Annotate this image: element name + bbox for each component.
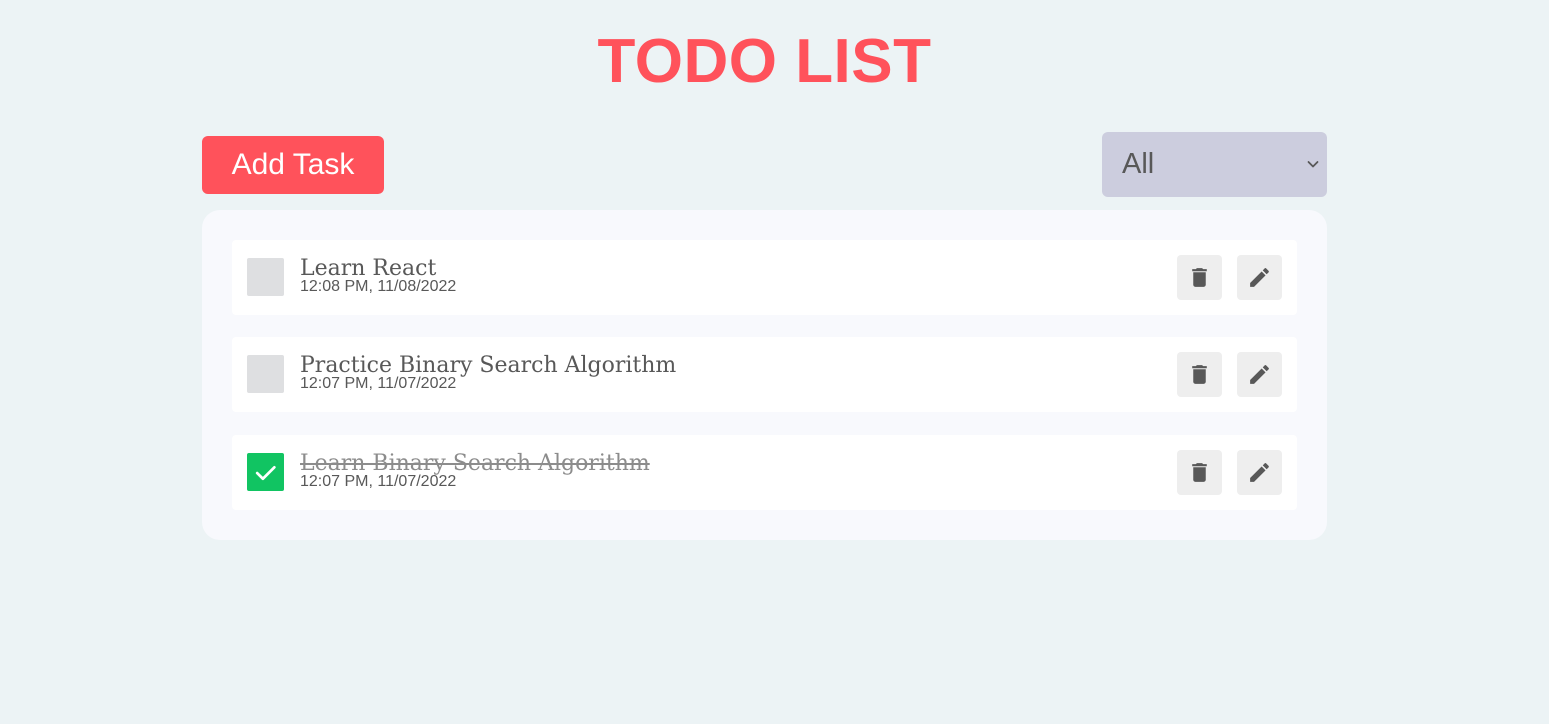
- todo-text: Learn Binary Search Algorithm 12:07 PM, …: [300, 451, 650, 490]
- todo-item: Learn React 12:08 PM, 11/08/2022: [232, 240, 1297, 315]
- trash-icon: [1192, 365, 1207, 384]
- todo-checkbox[interactable]: [247, 258, 284, 296]
- edit-button[interactable]: [1237, 450, 1282, 495]
- chevron-down-icon: [1307, 161, 1319, 168]
- check-icon: [255, 465, 276, 481]
- todo-item: Practice Binary Search Algorithm 12:07 P…: [232, 337, 1297, 412]
- status-filter-value: All: [1122, 148, 1155, 180]
- delete-button[interactable]: [1177, 450, 1222, 495]
- pencil-icon: [1250, 365, 1269, 384]
- todo-checkbox-checked[interactable]: [247, 453, 284, 491]
- todo-list-panel: Learn React 12:08 PM, 11/08/2022 Practic…: [202, 210, 1327, 540]
- add-task-button[interactable]: Add Task: [202, 136, 384, 194]
- delete-button[interactable]: [1177, 352, 1222, 397]
- status-filter-select[interactable]: All: [1102, 132, 1327, 197]
- pencil-icon: [1250, 463, 1269, 482]
- todo-checkbox[interactable]: [247, 355, 284, 393]
- todo-text: Learn React 12:08 PM, 11/08/2022: [300, 256, 456, 295]
- edit-button[interactable]: [1237, 255, 1282, 300]
- edit-button[interactable]: [1237, 352, 1282, 397]
- pencil-icon: [1250, 268, 1269, 287]
- trash-icon: [1192, 463, 1207, 482]
- todo-item: Learn Binary Search Algorithm 12:07 PM, …: [232, 435, 1297, 510]
- page-title: TODO LIST: [597, 27, 932, 96]
- delete-button[interactable]: [1177, 255, 1222, 300]
- todo-timestamp: 12:08 PM, 11/08/2022: [300, 278, 457, 295]
- todo-text: Practice Binary Search Algorithm 12:07 P…: [300, 353, 676, 392]
- trash-icon: [1192, 268, 1207, 287]
